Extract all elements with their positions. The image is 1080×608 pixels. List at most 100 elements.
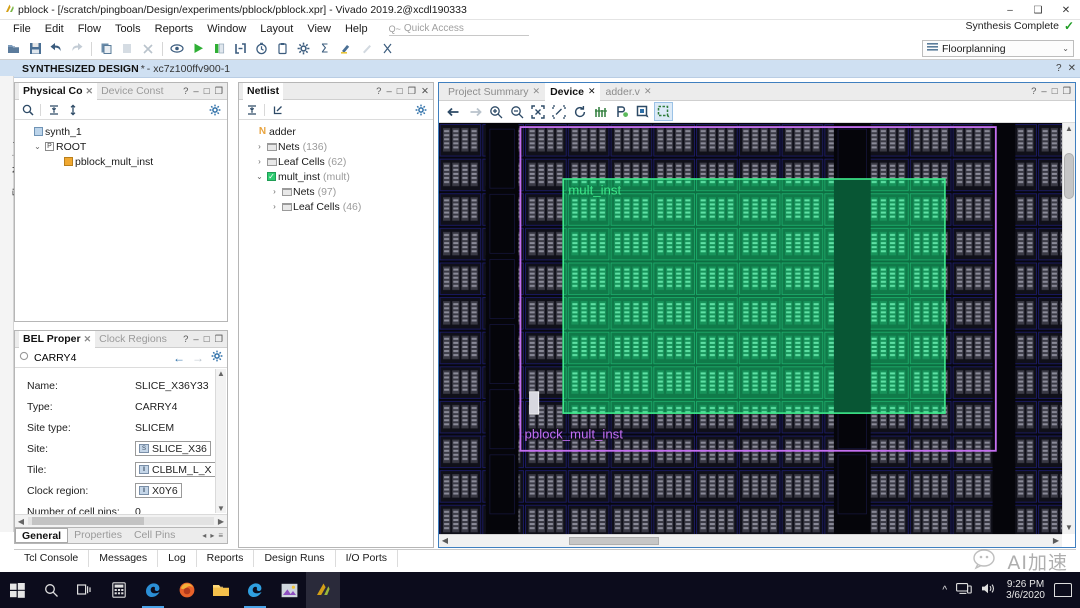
photos-icon[interactable] xyxy=(272,572,306,608)
float-icon[interactable]: ❐ xyxy=(214,334,223,345)
tab-device[interactable]: Device ✕ xyxy=(545,83,600,101)
chevron-up-icon[interactable]: ^ xyxy=(942,585,947,596)
tab-project-summary[interactable]: Project Summary ✕ xyxy=(443,83,545,101)
help-icon[interactable]: ? xyxy=(183,334,188,345)
scroll-left-icon[interactable]: ◀ xyxy=(439,535,451,547)
tab-netlist[interactable]: Netlist xyxy=(243,83,283,100)
task-view-icon[interactable] xyxy=(68,572,102,608)
float-icon[interactable]: ❐ xyxy=(214,86,223,97)
file-explorer-icon[interactable] xyxy=(204,572,238,608)
routing-icon[interactable] xyxy=(591,102,610,121)
tab-io-ports[interactable]: I/O Ports xyxy=(336,550,398,567)
menu-item-help[interactable]: Help xyxy=(338,20,375,38)
subtab-properties[interactable]: Properties xyxy=(68,528,128,543)
tree-item-nets[interactable]: › Nets (136) xyxy=(245,139,433,154)
start-icon[interactable] xyxy=(0,572,34,608)
layout-dropdown[interactable]: Floorplanning ⌄ xyxy=(922,40,1074,57)
ie-icon[interactable] xyxy=(238,572,272,608)
notification-icon[interactable] xyxy=(1054,583,1072,597)
help-icon[interactable]: ? xyxy=(183,86,188,97)
menu-item-tools[interactable]: Tools xyxy=(108,20,148,38)
quick-access-search[interactable]: Q~ Quick Access xyxy=(389,22,529,36)
menu-item-edit[interactable]: Edit xyxy=(38,20,71,38)
back-icon[interactable] xyxy=(444,102,463,121)
maximize-icon[interactable]: □ xyxy=(204,334,210,345)
scroll-down-icon[interactable]: ▼ xyxy=(216,504,226,513)
scroll-thumb[interactable] xyxy=(1064,153,1074,199)
twisty[interactable]: › xyxy=(269,202,280,211)
zoom-out-icon[interactable] xyxy=(507,102,526,121)
vivado-icon[interactable] xyxy=(306,572,340,608)
help-icon[interactable]: ? xyxy=(1031,86,1036,97)
tree-item-pblock-mult-inst[interactable]: pblock_mult_inst xyxy=(21,154,227,169)
scroll-thumb[interactable] xyxy=(569,537,659,545)
scroll-up-icon[interactable]: ▲ xyxy=(1063,123,1075,135)
search-icon[interactable] xyxy=(19,101,36,118)
tab-menu-icon[interactable]: ≡ xyxy=(218,531,223,540)
zoom-fit-icon[interactable] xyxy=(528,102,547,121)
settings-icon[interactable] xyxy=(293,39,313,59)
menu-item-flow[interactable]: Flow xyxy=(71,20,108,38)
search-icon[interactable] xyxy=(34,572,68,608)
help-icon[interactable]: ? xyxy=(376,86,381,97)
save-icon[interactable] xyxy=(25,39,45,59)
tab-device-constraints[interactable]: Device Const xyxy=(97,83,167,100)
twisty[interactable]: ⌄ xyxy=(254,172,265,181)
help-button[interactable]: ? xyxy=(1056,63,1062,74)
gear-icon[interactable] xyxy=(206,101,223,118)
minimize-button[interactable]: – xyxy=(996,0,1024,20)
next-tab-icon[interactable]: ▸ xyxy=(210,531,214,540)
tree-item-mult-nets[interactable]: › Nets (97) xyxy=(245,184,433,199)
report-icon[interactable] xyxy=(209,39,229,59)
maximize-button[interactable]: ❑ xyxy=(1024,0,1052,20)
minimize-icon[interactable]: – xyxy=(1041,86,1046,97)
subtab-general[interactable]: General xyxy=(15,528,68,543)
run-icon[interactable] xyxy=(188,39,208,59)
menu-item-window[interactable]: Window xyxy=(200,20,253,38)
subtab-cell-pins[interactable]: Cell Pins xyxy=(128,528,181,543)
refresh-icon[interactable] xyxy=(570,102,589,121)
device-canvas[interactable]: mult_inst pblock_mult_inst xyxy=(439,123,1062,534)
properties-vertical-scrollbar[interactable]: ▲ ▼ xyxy=(215,369,226,513)
cut-icon[interactable] xyxy=(377,39,397,59)
calculator-icon[interactable] xyxy=(102,572,136,608)
open-project-icon[interactable] xyxy=(4,39,24,59)
volume-icon[interactable] xyxy=(981,582,997,598)
scroll-thumb[interactable] xyxy=(32,517,144,525)
minimize-icon[interactable]: – xyxy=(386,86,391,97)
close-icon[interactable]: ✕ xyxy=(588,86,596,97)
menu-item-reports[interactable]: Reports xyxy=(148,20,201,38)
tree-item-adder[interactable]: N adder xyxy=(245,124,433,139)
twisty[interactable]: ⌄ xyxy=(32,142,43,151)
properties-horizontal-scrollbar[interactable]: ◀ ▶ xyxy=(15,514,227,527)
tree-item-leaf-cells[interactable]: › Leaf Cells (62) xyxy=(245,154,433,169)
maximize-icon[interactable]: □ xyxy=(1052,86,1058,97)
tab-messages[interactable]: Messages xyxy=(89,550,158,567)
scroll-left-icon[interactable]: ◀ xyxy=(15,517,27,526)
float-icon[interactable]: ❐ xyxy=(408,86,417,97)
minimize-icon[interactable]: – xyxy=(193,334,198,345)
back-icon[interactable]: ← xyxy=(173,351,185,365)
zoom-in-icon[interactable] xyxy=(486,102,505,121)
close-icon[interactable]: ✕ xyxy=(421,86,429,97)
close-icon[interactable]: ✕ xyxy=(84,331,92,348)
tab-bel-properties[interactable]: BEL Proper ✕ xyxy=(19,331,95,348)
close-design-button[interactable]: ✕ xyxy=(1068,63,1076,74)
zoom-area-icon[interactable] xyxy=(549,102,568,121)
scroll-down-icon[interactable]: ▼ xyxy=(1063,522,1075,534)
edge-icon[interactable] xyxy=(136,572,170,608)
gear-icon[interactable] xyxy=(412,101,429,118)
tab-reports[interactable]: Reports xyxy=(197,550,255,567)
device-horizontal-scrollbar[interactable]: ◀ ▶ xyxy=(439,534,1062,547)
flow-navigator-rail[interactable]: Flow Navigator xyxy=(0,76,14,532)
tree-item-synth[interactable]: synth_1 xyxy=(21,124,227,139)
scroll-right-icon[interactable]: ▶ xyxy=(1050,535,1062,547)
undo-icon[interactable] xyxy=(46,39,66,59)
minimize-icon[interactable]: – xyxy=(193,86,198,97)
maximize-icon[interactable]: □ xyxy=(204,86,210,97)
network-icon[interactable] xyxy=(956,582,972,598)
new-pblock-icon[interactable] xyxy=(654,102,673,121)
expand-all-icon[interactable] xyxy=(269,101,286,118)
draw-pblock-icon[interactable] xyxy=(633,102,652,121)
schematic-icon[interactable] xyxy=(230,39,250,59)
